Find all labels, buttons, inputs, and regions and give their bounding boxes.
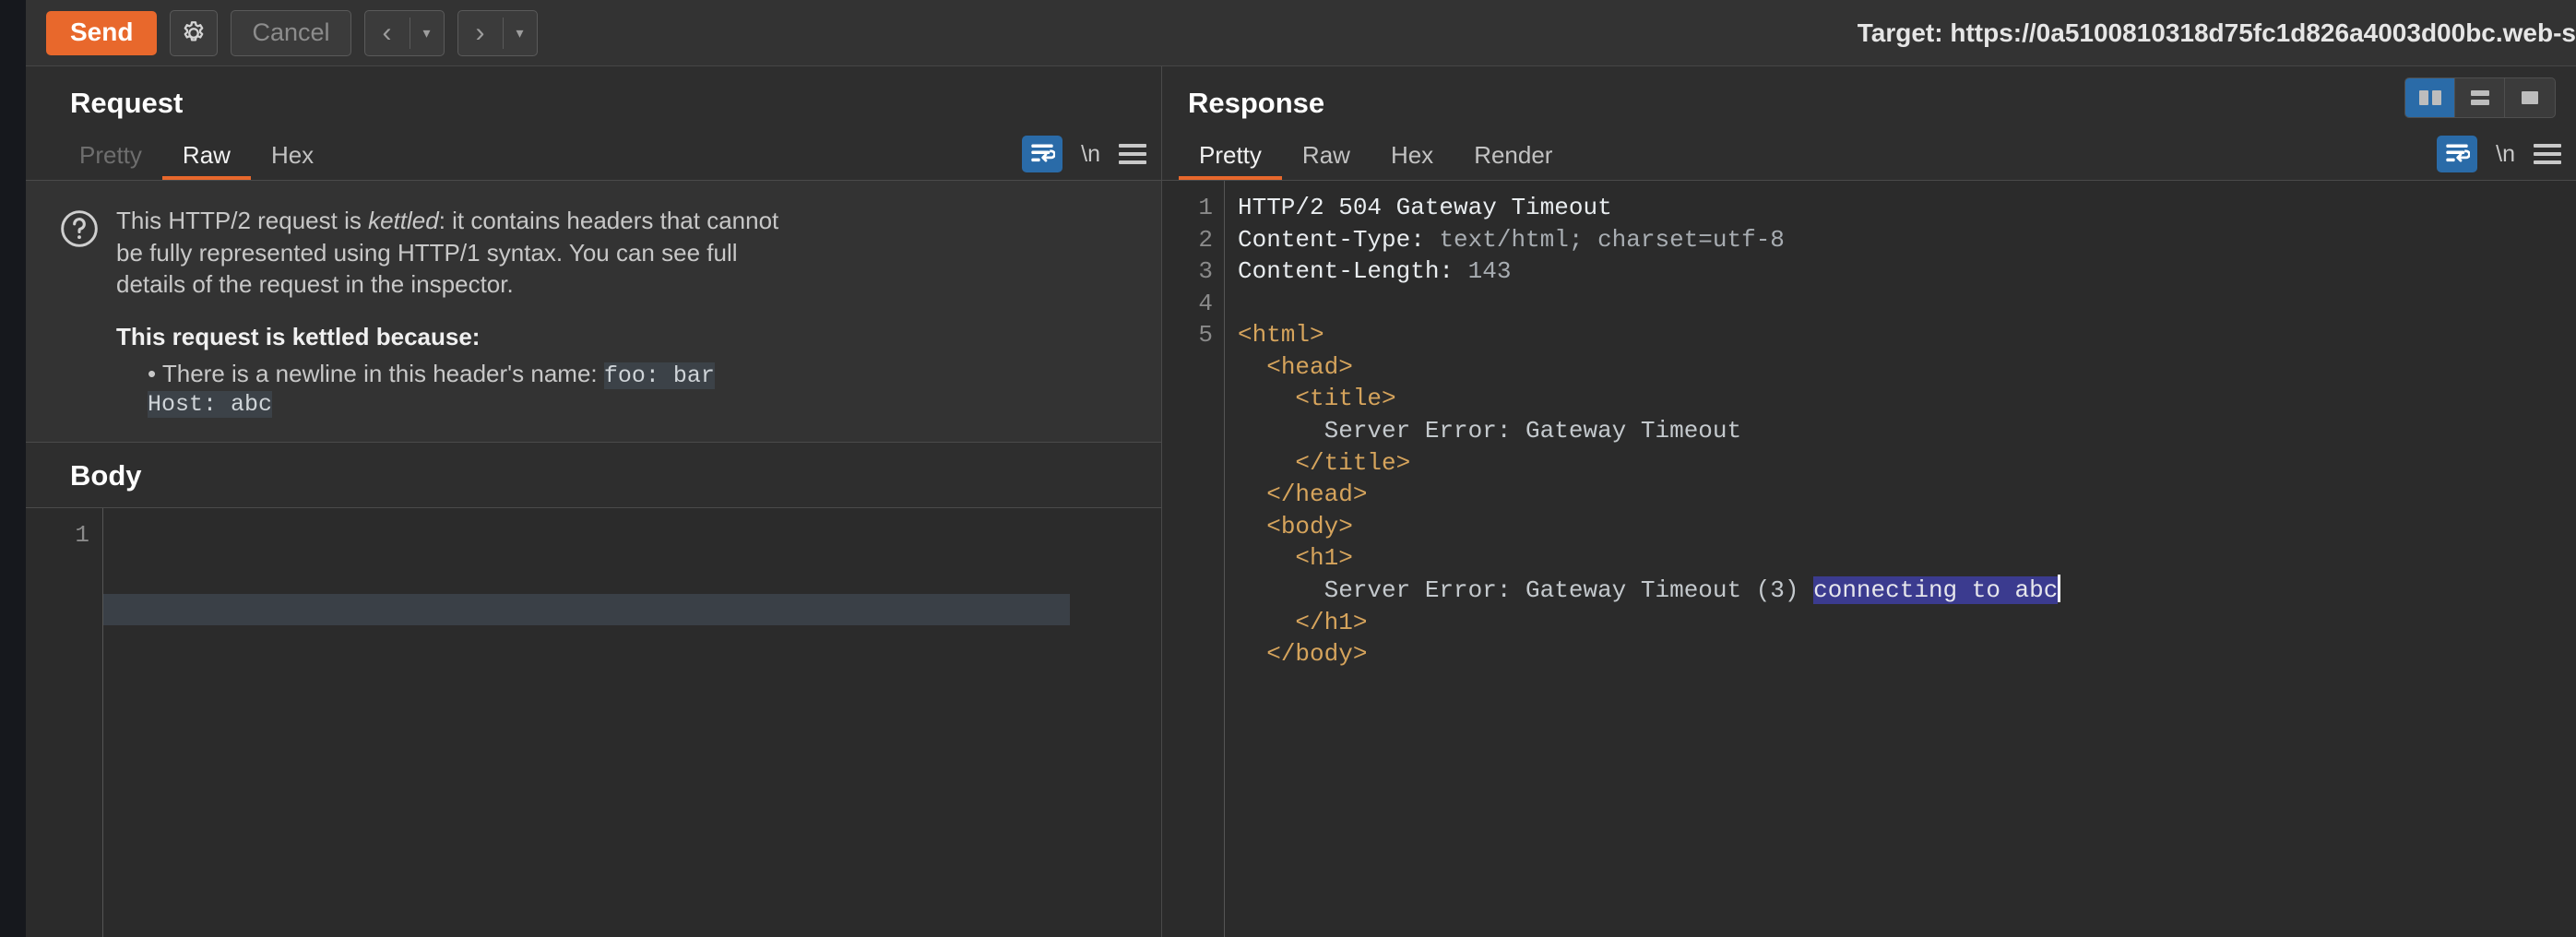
request-body-editor[interactable]: 1 bbox=[26, 508, 1161, 937]
request-show-newlines-button[interactable]: \n bbox=[1081, 141, 1100, 168]
current-line-highlight bbox=[103, 594, 1070, 626]
repeater-app: Send Cancel ‹ ▾ › ▾ Target: https://0a51… bbox=[26, 0, 2576, 937]
question-circle-icon bbox=[59, 208, 100, 418]
layout-side-by-side-button[interactable] bbox=[2405, 78, 2455, 117]
html-text: Server Error: Gateway Timeout bbox=[1324, 417, 1742, 445]
kettled-line-1: This HTTP/2 request is kettled: it conta… bbox=[116, 205, 1134, 237]
response-editor[interactable]: 1 2 3 4 5 HTTP/2 504 Gateway Timeout Content… bbox=[1162, 181, 2576, 937]
tab-response-raw[interactable]: Raw bbox=[1282, 143, 1371, 180]
line-number: 2 bbox=[1198, 225, 1213, 254]
kettled-line-1a: This HTTP/2 request is bbox=[116, 207, 369, 234]
chevron-left-icon[interactable]: ‹ bbox=[365, 11, 410, 55]
response-status-line: HTTP/2 504 Gateway Timeout bbox=[1238, 194, 1612, 221]
tab-response-hex[interactable]: Hex bbox=[1371, 143, 1454, 180]
html-tag: </h1> bbox=[1295, 608, 1368, 636]
side-by-side-layout-icon bbox=[2418, 90, 2441, 105]
tab-request-hex[interactable]: Hex bbox=[251, 143, 334, 180]
kettled-line-2: be fully represented using HTTP/1 syntax… bbox=[116, 238, 738, 267]
response-header-name: Content-Length: bbox=[1238, 257, 1454, 286]
tab-response-render[interactable]: Render bbox=[1454, 143, 1573, 180]
cancel-button[interactable]: Cancel bbox=[231, 9, 351, 56]
hamburger-menu-icon bbox=[1119, 160, 1146, 164]
kettled-bullet-text: • There is a newline in this header's na… bbox=[148, 360, 604, 388]
response-code[interactable]: HTTP/2 504 Gateway Timeout Content-Type:… bbox=[1225, 181, 2576, 937]
html-tag: <h1> bbox=[1295, 544, 1353, 573]
single-pane-layout-icon bbox=[2522, 91, 2538, 104]
stacked-layout-icon bbox=[2470, 90, 2489, 105]
hamburger-menu-icon bbox=[2534, 152, 2561, 156]
kettled-reason-heading: This request is kettled because: bbox=[116, 322, 481, 350]
request-word-wrap-button[interactable] bbox=[1022, 136, 1063, 172]
kettled-reason-bullet: • There is a newline in this header's na… bbox=[116, 360, 1134, 390]
html-tag: <body> bbox=[1266, 512, 1353, 540]
response-header-name: Content-Type: bbox=[1238, 225, 1425, 254]
html-tag: <html> bbox=[1238, 321, 1324, 350]
target-label: Target: https://0a5100810318d75fc1d826a4… bbox=[1857, 18, 2576, 47]
html-tag: </title> bbox=[1295, 448, 1411, 477]
response-header-value: text/html; charset=utf-8 bbox=[1424, 225, 1785, 254]
request-body-code[interactable] bbox=[103, 508, 1161, 937]
line-number: 1 bbox=[1198, 194, 1213, 221]
request-pane: Request Pretty Raw Hex \n This HTTP/2 re… bbox=[26, 66, 1162, 937]
hamburger-menu-icon bbox=[1119, 144, 1146, 148]
html-tag: <title> bbox=[1295, 385, 1396, 413]
kettled-bullet-header-continued: Host: abc bbox=[148, 391, 273, 419]
response-header-value: 143 bbox=[1454, 257, 1512, 286]
response-tabrow: Pretty Raw Hex Render \n bbox=[1162, 129, 2576, 181]
word-wrap-icon bbox=[1031, 144, 1056, 162]
forward-button-group[interactable]: › ▾ bbox=[457, 9, 538, 56]
request-body-gutter: 1 bbox=[26, 508, 103, 937]
kettled-notice: This HTTP/2 request is kettled: it conta… bbox=[26, 181, 1161, 444]
back-button-group[interactable]: ‹ ▾ bbox=[363, 9, 445, 56]
response-pane-title: Response bbox=[1162, 66, 2576, 129]
request-body-title: Body bbox=[26, 443, 1161, 509]
response-menu-button[interactable] bbox=[2534, 144, 2561, 164]
word-wrap-icon bbox=[2446, 144, 2471, 162]
response-show-newlines-button[interactable]: \n bbox=[2496, 141, 2515, 168]
request-editor-tools: \n bbox=[1022, 136, 1146, 172]
forward-dropdown-caret-icon[interactable]: ▾ bbox=[504, 11, 537, 55]
response-word-wrap-button[interactable] bbox=[2437, 136, 2478, 172]
request-pane-title: Request bbox=[26, 66, 1161, 129]
layout-stacked-button[interactable] bbox=[2455, 78, 2505, 117]
html-tag: <head> bbox=[1266, 352, 1353, 381]
kettled-line-3: details of the request in the inspector. bbox=[116, 270, 514, 299]
kettled-bullet-header: foo: bar bbox=[603, 362, 715, 390]
html-tag: </body> bbox=[1266, 640, 1368, 669]
kettled-emphasis: kettled bbox=[368, 207, 439, 234]
settings-button[interactable] bbox=[170, 9, 219, 56]
gear-icon bbox=[184, 20, 204, 41]
tab-request-raw[interactable]: Raw bbox=[161, 143, 251, 180]
left-rail bbox=[0, 0, 26, 937]
html-text: Server Error: Gateway Timeout (3) bbox=[1324, 575, 1814, 604]
request-menu-button[interactable] bbox=[1119, 144, 1146, 164]
line-number: 3 bbox=[1198, 257, 1213, 286]
line-number: 5 bbox=[1198, 321, 1213, 350]
layout-toggle-group bbox=[2404, 77, 2556, 118]
message-panes: Request Pretty Raw Hex \n This HTTP/2 re… bbox=[26, 66, 2576, 937]
response-gutter: 1 2 3 4 5 bbox=[1162, 181, 1225, 937]
tab-request-pretty[interactable]: Pretty bbox=[59, 143, 162, 180]
layout-single-pane-button[interactable] bbox=[2505, 78, 2555, 117]
response-editor-tools: \n bbox=[2437, 136, 2561, 172]
response-pane: Response Pretty Raw Hex Render \n 1 2 3 … bbox=[1162, 66, 2576, 937]
html-tag: </head> bbox=[1266, 480, 1368, 509]
repeater-toolbar: Send Cancel ‹ ▾ › ▾ Target: https://0a51… bbox=[26, 0, 2576, 66]
request-tabrow: Pretty Raw Hex \n bbox=[26, 129, 1161, 181]
kettled-notice-body: This HTTP/2 request is kettled: it conta… bbox=[116, 205, 1134, 419]
hamburger-menu-icon bbox=[2534, 160, 2561, 164]
tab-response-pretty[interactable]: Pretty bbox=[1179, 143, 1282, 180]
kettled-line-1b: : it contains headers that cannot bbox=[438, 207, 779, 234]
selected-text[interactable]: connecting to abc bbox=[1813, 575, 2059, 604]
hamburger-menu-icon bbox=[2534, 144, 2561, 148]
text-caret bbox=[2058, 574, 2061, 602]
line-number: 4 bbox=[1198, 289, 1213, 317]
hamburger-menu-icon bbox=[1119, 152, 1146, 156]
chevron-right-icon[interactable]: › bbox=[458, 11, 503, 55]
send-button[interactable]: Send bbox=[46, 10, 158, 55]
back-dropdown-caret-icon[interactable]: ▾ bbox=[410, 11, 444, 55]
kettled-reason-bullet-continued: Host: abc bbox=[116, 391, 1134, 419]
